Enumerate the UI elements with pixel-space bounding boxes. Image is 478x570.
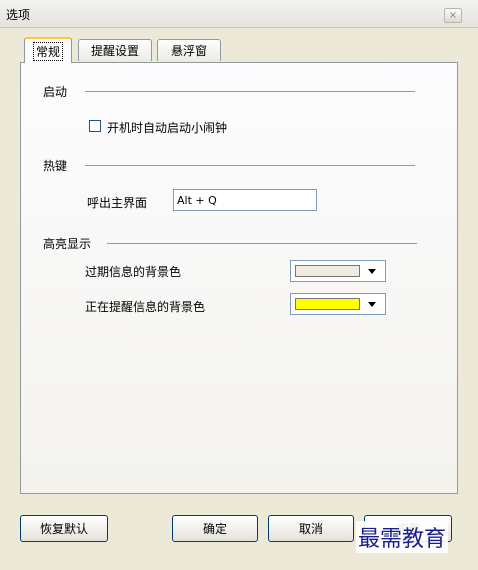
close-button[interactable]: ×: [444, 8, 462, 23]
active-bg-color-label: 正在提醒信息的背景色: [85, 300, 206, 314]
hotkey-heading: 热键: [43, 159, 68, 173]
restore-default-button[interactable]: 恢复默认: [20, 515, 108, 542]
expired-bg-color-picker[interactable]: [290, 260, 386, 282]
window-title: 选项: [6, 8, 31, 22]
active-bg-color-picker[interactable]: [290, 293, 386, 315]
highlight-heading: 高亮显示: [43, 237, 92, 251]
cancel-button[interactable]: 取消: [268, 515, 354, 542]
main-window-hotkey-input[interactable]: [173, 189, 317, 211]
startup-heading: 启动: [43, 85, 68, 99]
tab-floating-window-label: 悬浮窗: [170, 44, 207, 58]
expired-bg-color-label: 过期信息的背景色: [85, 265, 182, 279]
tab-general[interactable]: 常规: [24, 37, 72, 63]
highlight-divider: [107, 243, 417, 244]
autostart-checkbox[interactable]: [89, 120, 101, 132]
close-icon: ×: [448, 9, 458, 21]
chevron-down-icon: [368, 302, 376, 307]
tab-panel-general: 启动 开机时自动启动小闹钟 热键 呼出主界面 高亮显示 过期信息的背景色 正在提…: [20, 62, 458, 494]
startup-divider: [85, 91, 415, 92]
tab-reminder-settings-label: 提醒设置: [90, 44, 139, 58]
active-color-swatch: [295, 298, 360, 310]
watermark-logo: 最需教育: [356, 521, 449, 553]
chevron-down-icon: [368, 269, 376, 274]
ok-button[interactable]: 确定: [172, 515, 258, 542]
title-bar: 选项 ×: [0, 0, 478, 28]
autostart-label: 开机时自动启动小闹钟: [107, 121, 228, 135]
tab-general-label: 常规: [32, 41, 63, 61]
hotkey-divider: [85, 165, 415, 166]
expired-color-swatch: [295, 265, 360, 277]
tab-reminder-settings[interactable]: 提醒设置: [78, 39, 152, 61]
tab-floating-window[interactable]: 悬浮窗: [157, 39, 221, 61]
main-window-hotkey-label: 呼出主界面: [87, 196, 148, 210]
